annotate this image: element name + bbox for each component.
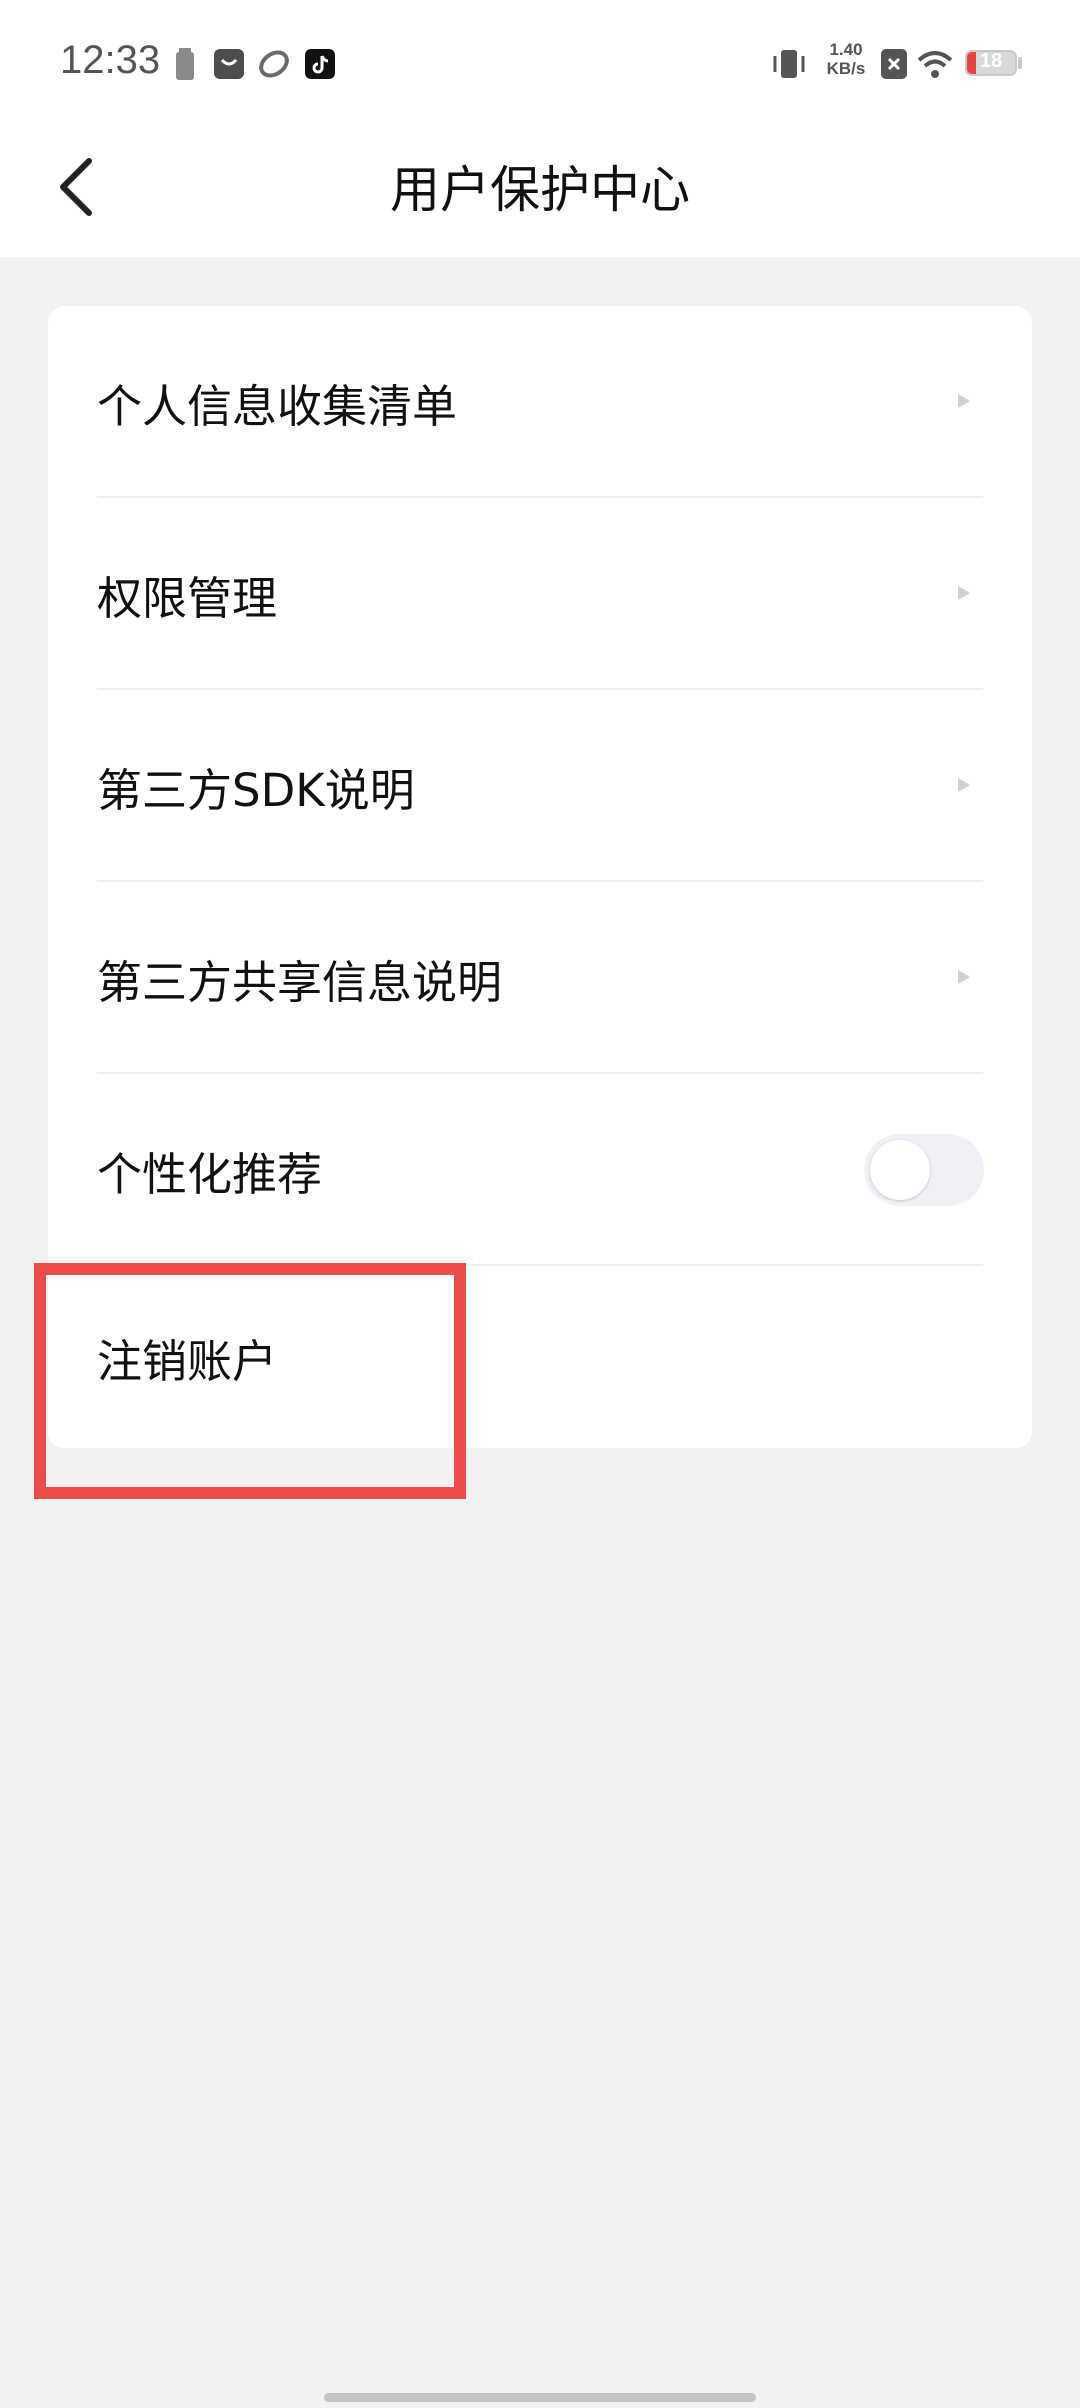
vibrate-icon (771, 46, 807, 86)
personalized-recommendation-toggle[interactable] (864, 1134, 984, 1206)
home-indicator[interactable] (324, 2393, 756, 2402)
menu-item-label: 第三方SDK说明 (97, 763, 415, 817)
highlight-box (34, 1263, 466, 1499)
battery-tip (1018, 57, 1022, 69)
battery-icon: 18 (965, 50, 1017, 76)
menu-item-permission-management[interactable]: 权限管理 (48, 498, 1032, 690)
status-time: 12:33 (60, 38, 161, 82)
battery-saver-icon (174, 48, 196, 84)
page-title: 用户保护中心 (390, 161, 690, 219)
shopping-bag-icon (213, 48, 245, 84)
network-speed: 1.40 KB/s (818, 40, 874, 78)
chevron-right-icon (958, 970, 970, 984)
battery-level: 18 (979, 50, 1003, 72)
menu-item-third-party-sharing[interactable]: 第三方共享信息说明 (48, 882, 1032, 1074)
tiktok-icon (304, 48, 336, 84)
menu-item-label: 个人信息收集清单 (97, 379, 458, 433)
status-bar: 12:33 1.40 KB/s 18 (0, 0, 1080, 125)
chevron-right-icon (958, 778, 970, 792)
chevron-right-icon (958, 586, 970, 600)
menu-item-label: 权限管理 (97, 571, 278, 625)
menu-item-label: 第三方共享信息说明 (97, 955, 503, 1009)
network-speed-value: 1.40 (829, 40, 863, 59)
menu-item-personal-info-list[interactable]: 个人信息收集清单 (48, 306, 1032, 498)
sync-app-icon (258, 48, 290, 84)
menu-item-third-party-sdk[interactable]: 第三方SDK说明 (48, 690, 1032, 882)
wifi-icon (915, 48, 955, 84)
menu-item-personalized-recommendation: 个性化推荐 (48, 1074, 1032, 1266)
menu-item-label: 个性化推荐 (97, 1147, 323, 1201)
toggle-knob (870, 1140, 930, 1200)
header: 用户保护中心 (0, 125, 1080, 257)
chevron-right-icon (958, 394, 970, 408)
sim-x-icon (880, 48, 908, 84)
network-speed-unit: KB/s (826, 59, 866, 78)
